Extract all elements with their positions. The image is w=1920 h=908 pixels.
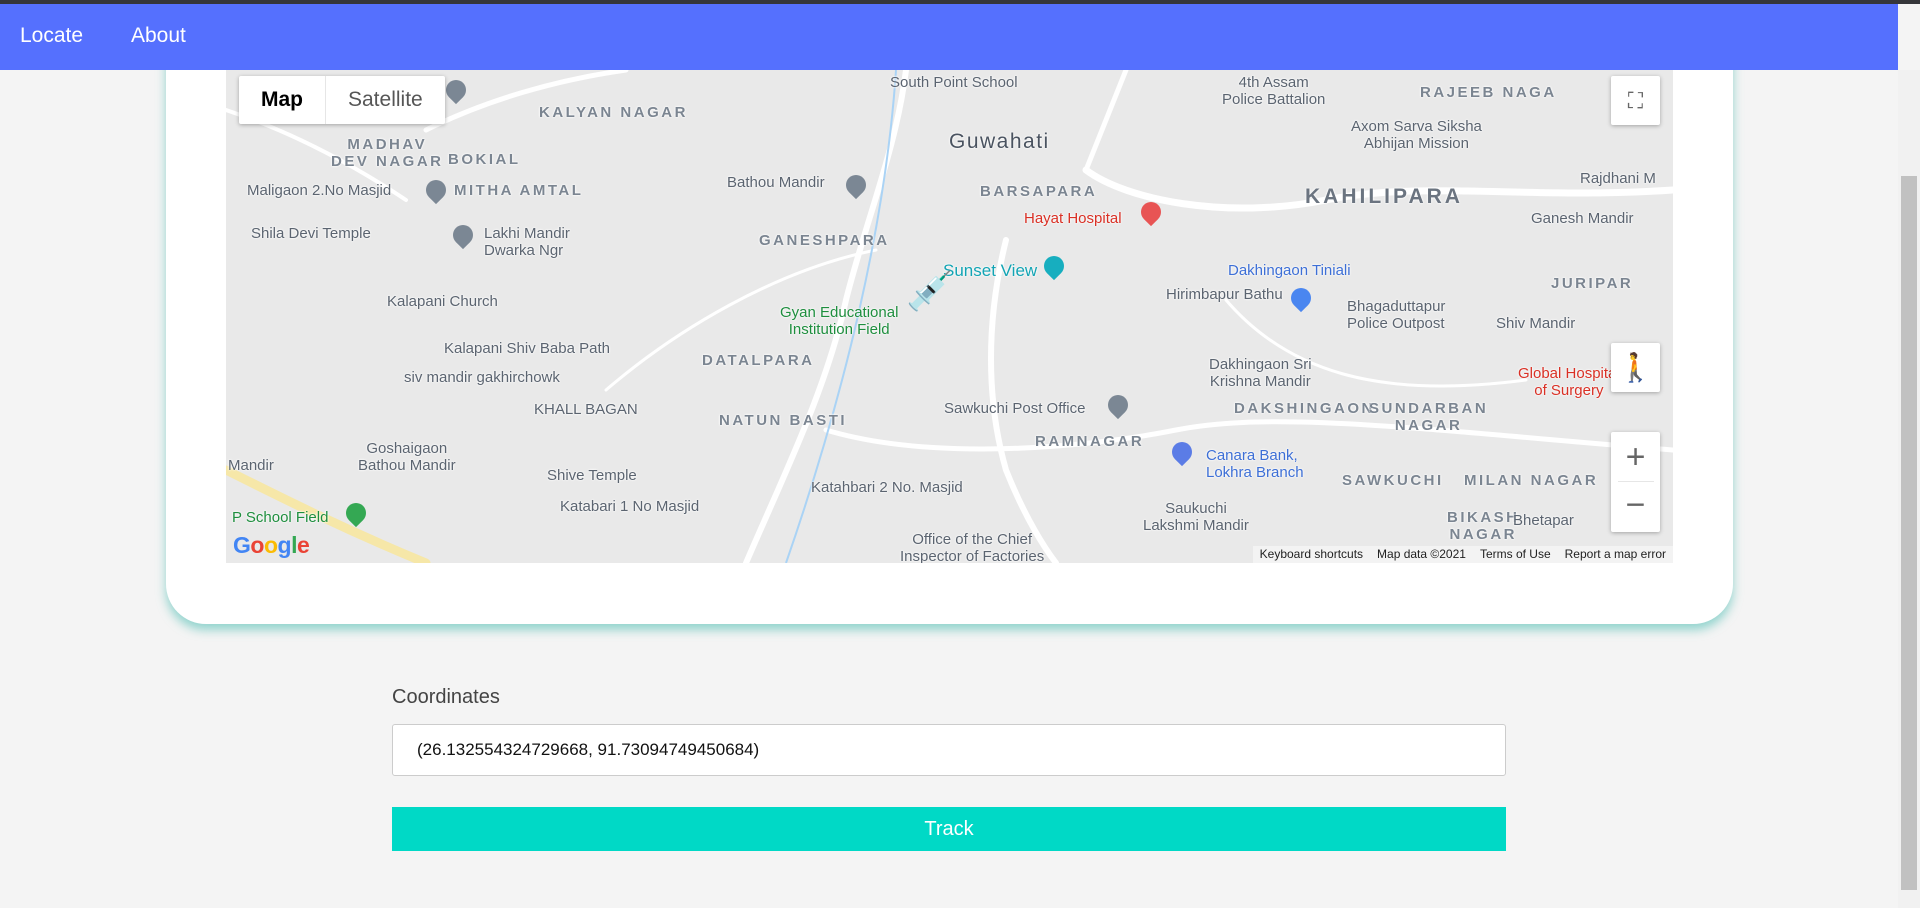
map-label: KHALL BAGAN — [534, 401, 638, 418]
map-label: Bhagaduttapur Police Outpost — [1347, 298, 1446, 332]
map-label: Rajdhani M — [1580, 170, 1656, 187]
map-label: P School Field — [232, 509, 329, 526]
map-label: Global Hospital of Surgery — [1518, 365, 1620, 399]
map-label: Dakhingaon Sri Krishna Mandir — [1209, 356, 1312, 390]
map-label: Shila Devi Temple — [251, 225, 371, 242]
map-label: Axom Sarva Siksha Abhijan Mission — [1351, 118, 1482, 152]
map-label: SAWKUCHI — [1342, 472, 1444, 489]
navbar: Locate About — [0, 4, 1898, 70]
zoom-out-button[interactable]: − — [1618, 482, 1654, 532]
street-view-pegman-button[interactable]: 🚶 — [1611, 343, 1660, 392]
map-label: Canara Bank, Lokhra Branch — [1206, 447, 1304, 481]
map-label: GANESHPARA — [759, 232, 890, 249]
map-label: Bathou Mandir — [727, 174, 825, 191]
coordinates-label: Coordinates — [392, 686, 500, 708]
map-label: MADHAV DEV NAGAR — [331, 136, 444, 170]
map-label: RAJEEB NAGA — [1420, 84, 1557, 101]
google-logo[interactable]: Google — [233, 532, 310, 559]
map-label: DATALPARA — [702, 352, 815, 369]
coordinates-input[interactable]: (26.132554324729668, 91.73094749450684) — [392, 724, 1506, 776]
map-label: NATUN BASTI — [719, 412, 848, 429]
nav-locate[interactable]: Locate — [20, 24, 83, 48]
pegman-icon: 🚶 — [1618, 352, 1653, 383]
map-label: Ganesh Mandir — [1531, 210, 1634, 227]
map-label: DAKSHINGAON — [1234, 400, 1375, 417]
map-label: Katahbari 2 No. Masjid — [811, 479, 963, 496]
scrollbar[interactable] — [1898, 70, 1920, 908]
map[interactable]: KALYAN NAGAR MADHAV DEV NAGAR BOKIAL MIT… — [226, 70, 1673, 563]
map-label: RAMNAGAR — [1035, 433, 1145, 450]
keyboard-shortcuts-link[interactable]: Keyboard shortcuts — [1253, 546, 1370, 563]
map-label: KALYAN NAGAR — [539, 104, 688, 121]
map-label: BIKASH NAGAR — [1447, 509, 1520, 543]
report-map-error-link[interactable]: Report a map error — [1558, 546, 1673, 563]
fullscreen-icon: ⛶ — [1627, 87, 1644, 113]
map-label: Saukuchi Lakshmi Mandir — [1143, 500, 1249, 534]
map-label: Maligaon 2.No Masjid — [247, 182, 392, 199]
map-label: Office of the Chief Inspector of Factori… — [900, 531, 1045, 563]
map-type-map-button[interactable]: Map — [239, 76, 326, 124]
map-label: Shive Temple — [547, 467, 637, 484]
map-label: MILAN NAGAR — [1464, 472, 1599, 489]
map-data-text: Map data ©2021 — [1377, 547, 1466, 561]
map-label: KAHILIPARA — [1305, 185, 1463, 208]
map-label: Hayat Hospital — [1024, 210, 1122, 227]
map-label: Lakhi Mandir Dwarka Ngr — [484, 225, 570, 259]
map-label: Hirimbapur Bathu — [1166, 286, 1283, 303]
vaccine-marker-icon[interactable]: 💉 — [906, 270, 953, 314]
map-label: BARSAPARA — [980, 183, 1098, 200]
map-label: Shiv Mandir — [1496, 315, 1576, 332]
map-attribution: Keyboard shortcuts Map data ©2021 Terms … — [1252, 546, 1673, 563]
map-label: siv mandir gakhirchowk — [404, 369, 560, 386]
map-label: South Point School — [890, 74, 1018, 91]
track-button[interactable]: Track — [392, 807, 1506, 851]
map-label: Kalapani Church — [387, 293, 498, 310]
map-label: Gyan Educational Institution Field — [780, 304, 899, 338]
map-label: 4th Assam Police Battalion — [1222, 74, 1326, 108]
map-label: Goshaigaon Bathou Mandir — [358, 440, 456, 474]
map-label: Sunset View — [943, 261, 1038, 280]
map-label: Sawkuchi Post Office — [944, 400, 1086, 417]
map-label: Kalapani Shiv Baba Path — [444, 340, 610, 357]
map-label: Katabari 1 No Masjid — [560, 498, 700, 515]
scrollbar-thumb[interactable] — [1901, 176, 1917, 890]
map-label: Mandir — [228, 457, 274, 474]
map-label: SUNDARBAN NAGAR — [1369, 400, 1489, 434]
map-type-control: Map Satellite — [239, 76, 445, 124]
map-label: Guwahati — [949, 130, 1050, 153]
map-label: Dakhingaon Tiniali — [1228, 262, 1351, 279]
fullscreen-button[interactable]: ⛶ — [1611, 76, 1660, 125]
map-label: JURIPAR — [1551, 275, 1634, 292]
terms-of-use-link[interactable]: Terms of Use — [1473, 546, 1558, 563]
nav-about[interactable]: About — [131, 24, 186, 48]
map-label: BOKIAL — [448, 151, 521, 168]
map-label: Bhetapar — [1513, 512, 1574, 529]
map-label: MITHA AMTAL — [454, 182, 584, 199]
zoom-control: + − — [1611, 432, 1660, 532]
zoom-in-button[interactable]: + — [1617, 432, 1654, 482]
map-type-satellite-button[interactable]: Satellite — [326, 76, 445, 124]
